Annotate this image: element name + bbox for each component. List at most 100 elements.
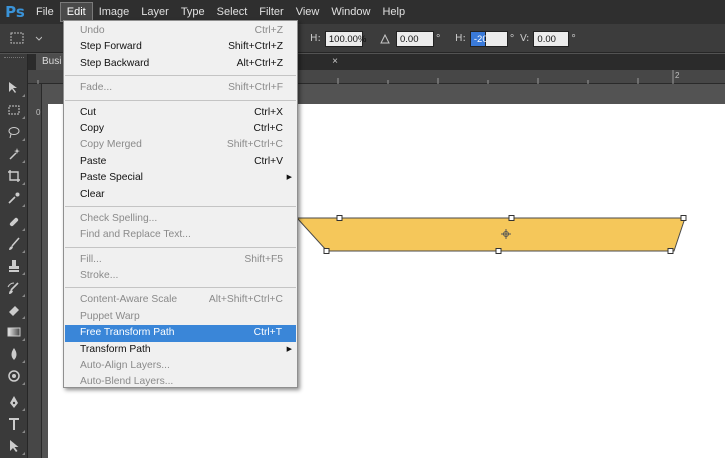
submenu-arrow-icon: ▶ xyxy=(286,345,292,353)
menu-item-shortcut: Ctrl+C xyxy=(253,122,283,134)
menu-separator xyxy=(65,287,296,289)
menu-item-shortcut: Ctrl+V xyxy=(254,155,283,167)
parallelogram-shape xyxy=(295,217,686,252)
menu-item-label: Cut xyxy=(80,106,97,118)
healing-brush-icon[interactable] xyxy=(4,212,25,232)
vertical-skew-label: V: xyxy=(520,33,530,44)
menu-help[interactable]: Help xyxy=(376,2,411,22)
menu-item-label: Clear xyxy=(80,188,105,200)
brush-icon[interactable] xyxy=(4,234,25,254)
horizontal-skew-label: H: xyxy=(455,33,466,44)
menu-item-clear[interactable]: Clear xyxy=(64,187,297,203)
menu-item-check-spelling[interactable]: Check Spelling... xyxy=(64,211,297,227)
menu-item-paste[interactable]: Paste Ctrl+V xyxy=(64,154,297,170)
menu-item-copy[interactable]: Copy Ctrl+C xyxy=(64,121,297,137)
menu-item-shortcut: Ctrl+Z xyxy=(254,25,283,36)
menu-item-paste-special[interactable]: Paste Special ▶ xyxy=(64,170,297,186)
degree-unit: ° xyxy=(436,32,441,45)
marquee-icon[interactable] xyxy=(4,100,25,120)
menu-item-label: Fill... xyxy=(80,253,102,265)
menu-view[interactable]: View xyxy=(290,2,326,22)
eraser-icon[interactable] xyxy=(4,300,25,320)
menu-item-label: Puppet Warp xyxy=(80,310,140,322)
menu-item-transform-path[interactable]: Transform Path ▶ xyxy=(64,342,297,358)
menu-item-shortcut: Alt+Shift+Ctrl+C xyxy=(208,294,283,306)
edit-menu-dropdown: Undo Ctrl+Z Step Forward Shift+Ctrl+Z Step B… xyxy=(63,20,298,388)
menu-item-step-backward[interactable]: Step Backward Alt+Ctrl+Z xyxy=(64,56,297,72)
left-ruler: 0 xyxy=(28,84,42,458)
dodge-icon[interactable] xyxy=(4,366,25,386)
menu-item-shortcut: Ctrl+T xyxy=(253,327,282,339)
menu-filter[interactable]: Filter xyxy=(253,2,289,22)
menu-item-step-forward[interactable]: Step Forward Shift+Ctrl+Z xyxy=(64,39,297,55)
document-tab[interactable]: Busi xyxy=(36,54,66,70)
menu-item-auto-blend-layers[interactable]: Auto-Blend Layers... xyxy=(64,374,297,390)
tool-preset-picker[interactable] xyxy=(8,30,43,46)
menu-item-label: Transform Path xyxy=(80,343,151,355)
menu-item-shortcut: Shift+Ctrl+C xyxy=(226,139,283,151)
clone-stamp-icon[interactable] xyxy=(4,256,25,276)
menu-item-stroke[interactable]: Stroke... xyxy=(64,268,297,284)
transform-handle[interactable] xyxy=(508,215,515,221)
type-icon[interactable] xyxy=(4,414,25,434)
menu-type[interactable]: Type xyxy=(175,2,211,22)
menu-item-shortcut: Alt+Ctrl+Z xyxy=(236,57,283,69)
move-icon[interactable] xyxy=(4,78,25,98)
menu-item-label: Check Spelling... xyxy=(80,212,158,224)
path-selection-icon[interactable] xyxy=(4,436,25,456)
menu-separator xyxy=(65,205,296,207)
transform-handle[interactable] xyxy=(323,248,330,254)
gradient-icon[interactable] xyxy=(4,322,25,342)
menu-item-free-transform-path[interactable]: Free Transform Path Ctrl+T xyxy=(65,325,296,342)
horizontal-skew-input[interactable]: -20 xyxy=(469,30,488,47)
menu-item-undo[interactable]: Undo Ctrl+Z xyxy=(64,23,297,39)
menu-item-auto-align-layers[interactable]: Auto-Align Layers... xyxy=(64,358,297,374)
menu-item-cut[interactable]: Cut Ctrl+X xyxy=(64,105,297,121)
menu-item-label: Copy xyxy=(80,122,105,134)
menu-item-label: Fade... xyxy=(80,82,113,94)
horizontal-skew-input-rest[interactable] xyxy=(485,30,508,47)
lasso-icon[interactable] xyxy=(4,122,25,142)
vertical-skew-input[interactable]: 0.00 xyxy=(533,30,570,47)
transform-handle[interactable] xyxy=(680,215,687,221)
panel-grip[interactable] xyxy=(4,57,24,60)
menu-item-content-aware-scale[interactable]: Content-Aware Scale Alt+Shift+Ctrl+C xyxy=(64,292,297,308)
menu-item-label: Copy Merged xyxy=(80,139,142,151)
eyedropper-icon[interactable] xyxy=(4,188,25,208)
menu-file[interactable]: File xyxy=(30,2,60,22)
transform-handle[interactable] xyxy=(667,248,674,254)
menu-item-shortcut: Ctrl+X xyxy=(254,106,283,118)
menu-item-label: Undo xyxy=(80,25,105,36)
angle-icon xyxy=(380,33,390,43)
history-brush-icon[interactable] xyxy=(4,278,25,298)
menu-item-puppet-warp[interactable]: Puppet Warp xyxy=(64,309,297,325)
menu-item-fill[interactable]: Fill... Shift+F5 xyxy=(64,252,297,268)
menu-item-shortcut: Shift+F5 xyxy=(244,253,283,265)
menu-separator xyxy=(65,99,296,101)
crop-icon[interactable] xyxy=(4,166,25,186)
menu-layer[interactable]: Layer xyxy=(135,2,175,22)
close-tab-icon[interactable]: × xyxy=(328,54,342,70)
transform-tool-icon xyxy=(10,32,43,44)
menu-select[interactable]: Select xyxy=(211,2,254,22)
menu-image[interactable]: Image xyxy=(93,2,136,22)
angle-input[interactable]: 0.00 xyxy=(396,30,434,47)
menu-item-label: Paste Special xyxy=(80,172,143,184)
width-scale-input[interactable]: 100.00% xyxy=(324,30,366,47)
menu-item-label: Auto-Blend Layers... xyxy=(80,376,174,388)
menu-item-label: Find and Replace Text... xyxy=(80,229,191,241)
transform-handle[interactable] xyxy=(495,248,502,254)
magic-wand-icon[interactable] xyxy=(4,144,25,164)
blur-icon[interactable] xyxy=(4,344,25,364)
degree-unit: ° xyxy=(509,32,515,45)
menu-item-copy-merged[interactable]: Copy Merged Shift+Ctrl+C xyxy=(64,137,297,153)
menu-item-fade[interactable]: Fade... Shift+Ctrl+F xyxy=(64,80,297,96)
menu-window[interactable]: Window xyxy=(325,2,376,22)
menu-item-label: Paste xyxy=(80,155,107,167)
menu-item-find-and-replace-text[interactable]: Find and Replace Text... xyxy=(64,227,297,243)
transform-handle[interactable] xyxy=(336,215,343,221)
degree-unit: ° xyxy=(571,32,576,45)
pen-icon[interactable] xyxy=(4,392,25,412)
menu-edit[interactable]: Edit xyxy=(59,2,93,22)
menu-item-shortcut: Shift+Ctrl+F xyxy=(228,82,283,94)
